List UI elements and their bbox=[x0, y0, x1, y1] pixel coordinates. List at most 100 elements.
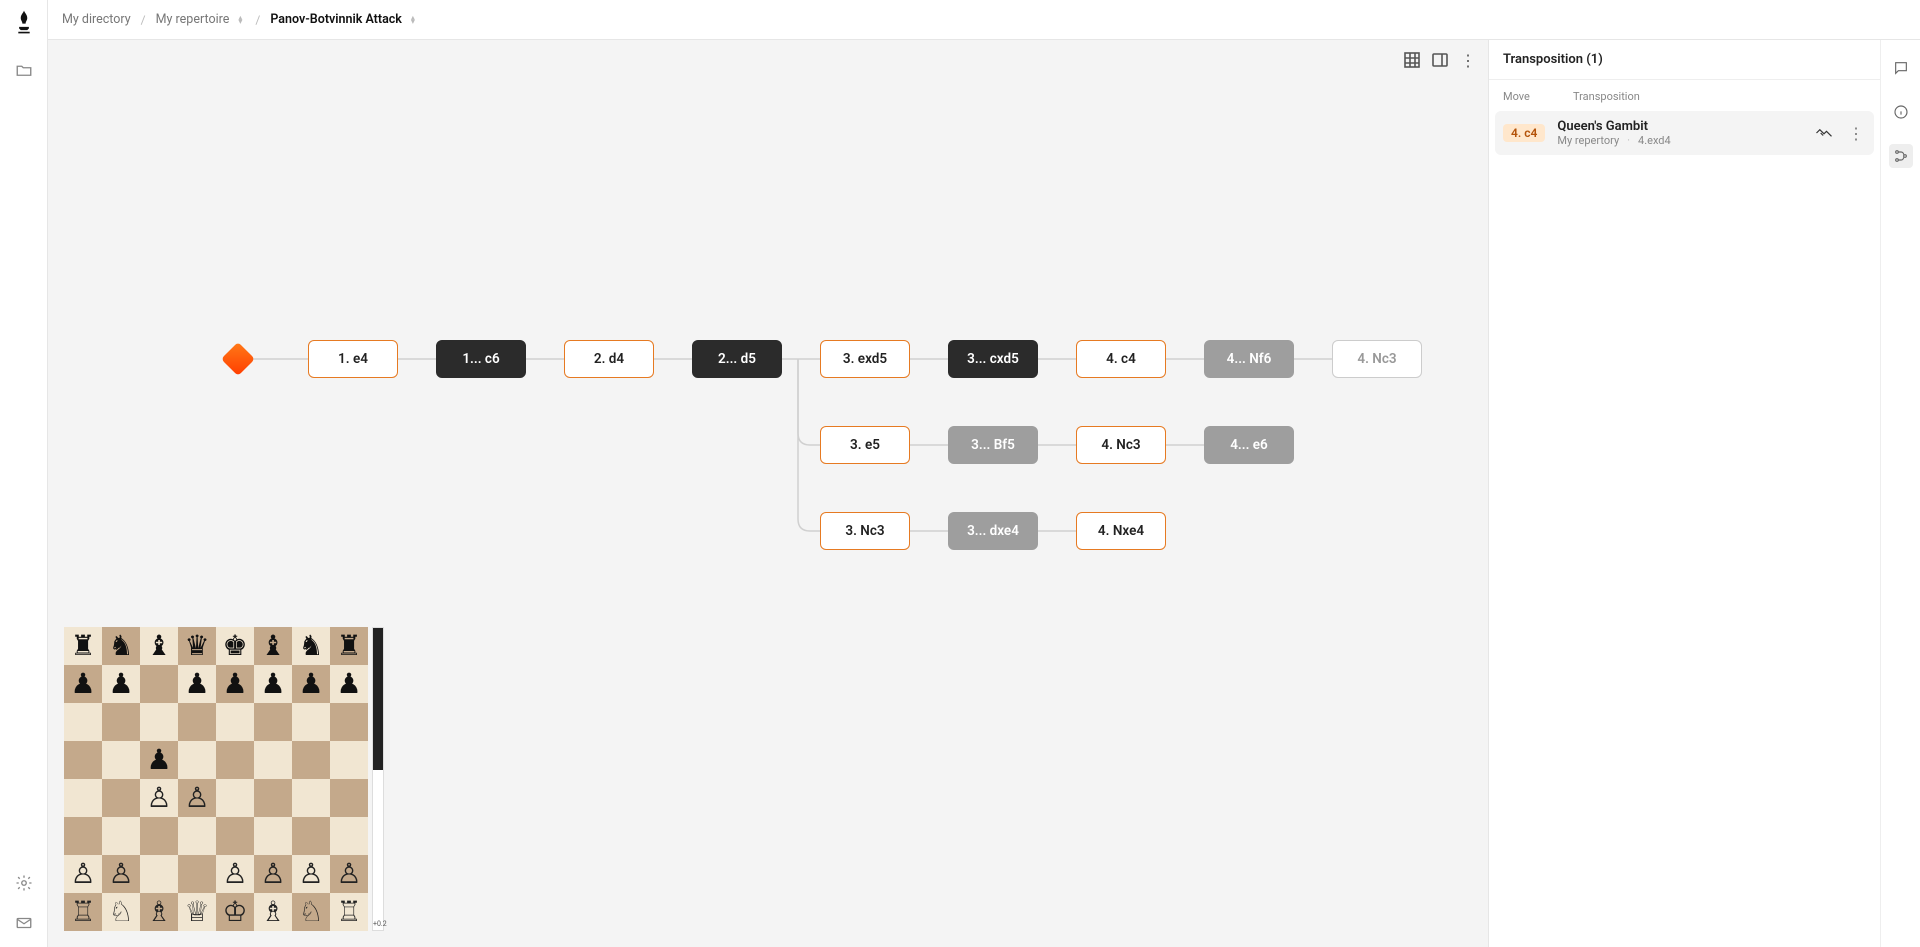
board-square[interactable] bbox=[140, 665, 178, 703]
board-square[interactable]: ♞ bbox=[292, 627, 330, 665]
move-node[interactable]: 3. exd5 bbox=[820, 340, 910, 378]
board-square[interactable]: ♜ bbox=[330, 627, 368, 665]
breadcrumb-item[interactable]: My directory bbox=[62, 12, 131, 27]
move-node[interactable]: 2. d4 bbox=[564, 340, 654, 378]
board-square[interactable] bbox=[254, 817, 292, 855]
board-square[interactable] bbox=[140, 703, 178, 741]
board-square[interactable]: ♘ bbox=[292, 893, 330, 931]
transposition-row[interactable]: 4. c4Queen's GambitMy repertory4.exd4⋮ bbox=[1495, 111, 1874, 155]
breadcrumb-label: My directory bbox=[62, 12, 131, 27]
comments-icon[interactable] bbox=[1889, 56, 1913, 80]
board-square[interactable] bbox=[330, 741, 368, 779]
board-square[interactable] bbox=[140, 817, 178, 855]
board-square[interactable]: ♙ bbox=[64, 855, 102, 893]
breadcrumb-item[interactable]: Panov-Botvinnik Attack bbox=[270, 12, 418, 27]
board-square[interactable]: ♟ bbox=[102, 665, 140, 703]
transposition-icon[interactable] bbox=[1889, 144, 1913, 168]
move-node[interactable]: 1... c6 bbox=[436, 340, 526, 378]
board-square[interactable] bbox=[102, 779, 140, 817]
breadcrumb-item[interactable]: My repertoire bbox=[156, 12, 246, 27]
board-square[interactable] bbox=[216, 817, 254, 855]
move-node[interactable]: 4. Nc3 bbox=[1332, 340, 1422, 378]
board-square[interactable]: ♟ bbox=[140, 741, 178, 779]
board-square[interactable]: ♗ bbox=[254, 893, 292, 931]
move-node[interactable]: 1. e4 bbox=[308, 340, 398, 378]
board-square[interactable]: ♜ bbox=[64, 627, 102, 665]
board-square[interactable]: ♟ bbox=[330, 665, 368, 703]
board-square[interactable]: ♟ bbox=[216, 665, 254, 703]
chess-board[interactable]: ♜♞♝♛♚♝♞♜♟♟♟♟♟♟♟♟♙♙♙♙♙♙♙♙♖♘♗♕♔♗♘♖ bbox=[64, 627, 368, 931]
board-square[interactable]: ♟ bbox=[64, 665, 102, 703]
board-square[interactable] bbox=[102, 703, 140, 741]
board-square[interactable] bbox=[330, 703, 368, 741]
board-square[interactable]: ♟ bbox=[292, 665, 330, 703]
board-square[interactable]: ♙ bbox=[216, 855, 254, 893]
board-square[interactable] bbox=[140, 855, 178, 893]
settings-icon[interactable] bbox=[12, 871, 36, 895]
board-square[interactable]: ♙ bbox=[254, 855, 292, 893]
board-square[interactable] bbox=[64, 779, 102, 817]
move-node[interactable]: 3. e5 bbox=[820, 426, 910, 464]
board-square[interactable]: ♖ bbox=[64, 893, 102, 931]
board-square[interactable]: ♔ bbox=[216, 893, 254, 931]
panel-toggle-icon[interactable] bbox=[1432, 52, 1448, 68]
board-square[interactable] bbox=[254, 741, 292, 779]
mail-icon[interactable] bbox=[12, 911, 36, 935]
board-square[interactable]: ♙ bbox=[330, 855, 368, 893]
info-icon[interactable] bbox=[1889, 100, 1913, 124]
board-square[interactable] bbox=[292, 703, 330, 741]
board-square[interactable] bbox=[292, 817, 330, 855]
logo-icon[interactable] bbox=[12, 10, 36, 34]
board-square[interactable] bbox=[254, 703, 292, 741]
move-node[interactable]: 4... e6 bbox=[1204, 426, 1294, 464]
board-grid-icon[interactable] bbox=[1404, 52, 1420, 68]
board-square[interactable]: ♘ bbox=[102, 893, 140, 931]
board-square[interactable]: ♞ bbox=[102, 627, 140, 665]
board-square[interactable]: ♚ bbox=[216, 627, 254, 665]
board-square[interactable] bbox=[292, 741, 330, 779]
board-square[interactable]: ♕ bbox=[178, 893, 216, 931]
move-node[interactable]: 3... Bf5 bbox=[948, 426, 1038, 464]
move-node[interactable]: 4... Nf6 bbox=[1204, 340, 1294, 378]
move-node[interactable]: 4. Nc3 bbox=[1076, 426, 1166, 464]
board-square[interactable]: ♙ bbox=[102, 855, 140, 893]
board-square[interactable] bbox=[254, 779, 292, 817]
breadcrumb-switcher-icon[interactable] bbox=[408, 16, 418, 24]
board-square[interactable] bbox=[178, 703, 216, 741]
board-square[interactable] bbox=[64, 817, 102, 855]
board-square[interactable] bbox=[178, 855, 216, 893]
board-square[interactable] bbox=[216, 741, 254, 779]
move-node[interactable]: 3. Nc3 bbox=[820, 512, 910, 550]
board-square[interactable]: ♙ bbox=[292, 855, 330, 893]
board-square[interactable]: ♛ bbox=[178, 627, 216, 665]
board-square[interactable] bbox=[330, 779, 368, 817]
board-square[interactable] bbox=[292, 779, 330, 817]
move-node[interactable]: 2... d5 bbox=[692, 340, 782, 378]
board-square[interactable]: ♝ bbox=[254, 627, 292, 665]
move-node[interactable]: 3... cxd5 bbox=[948, 340, 1038, 378]
breadcrumb-switcher-icon[interactable] bbox=[235, 16, 245, 24]
board-square[interactable] bbox=[64, 741, 102, 779]
board-square[interactable] bbox=[64, 703, 102, 741]
board-square[interactable] bbox=[178, 741, 216, 779]
board-square[interactable]: ♗ bbox=[140, 893, 178, 931]
board-square[interactable] bbox=[216, 779, 254, 817]
board-square[interactable] bbox=[330, 817, 368, 855]
row-more-icon[interactable]: ⋮ bbox=[1846, 124, 1866, 143]
move-node[interactable]: 3... dxe4 bbox=[948, 512, 1038, 550]
board-square[interactable] bbox=[102, 741, 140, 779]
move-node[interactable]: 4. Nxe4 bbox=[1076, 512, 1166, 550]
folder-icon[interactable] bbox=[12, 58, 36, 82]
board-square[interactable]: ♟ bbox=[178, 665, 216, 703]
board-square[interactable]: ♙ bbox=[178, 779, 216, 817]
board-square[interactable]: ♙ bbox=[140, 779, 178, 817]
board-square[interactable] bbox=[216, 703, 254, 741]
move-node[interactable]: 4. c4 bbox=[1076, 340, 1166, 378]
board-square[interactable] bbox=[102, 817, 140, 855]
board-square[interactable]: ♟ bbox=[254, 665, 292, 703]
more-vert-icon[interactable]: ⋮ bbox=[1460, 52, 1476, 68]
board-square[interactable] bbox=[178, 817, 216, 855]
board-square[interactable]: ♖ bbox=[330, 893, 368, 931]
handshake-icon[interactable] bbox=[1814, 123, 1834, 143]
board-square[interactable]: ♝ bbox=[140, 627, 178, 665]
